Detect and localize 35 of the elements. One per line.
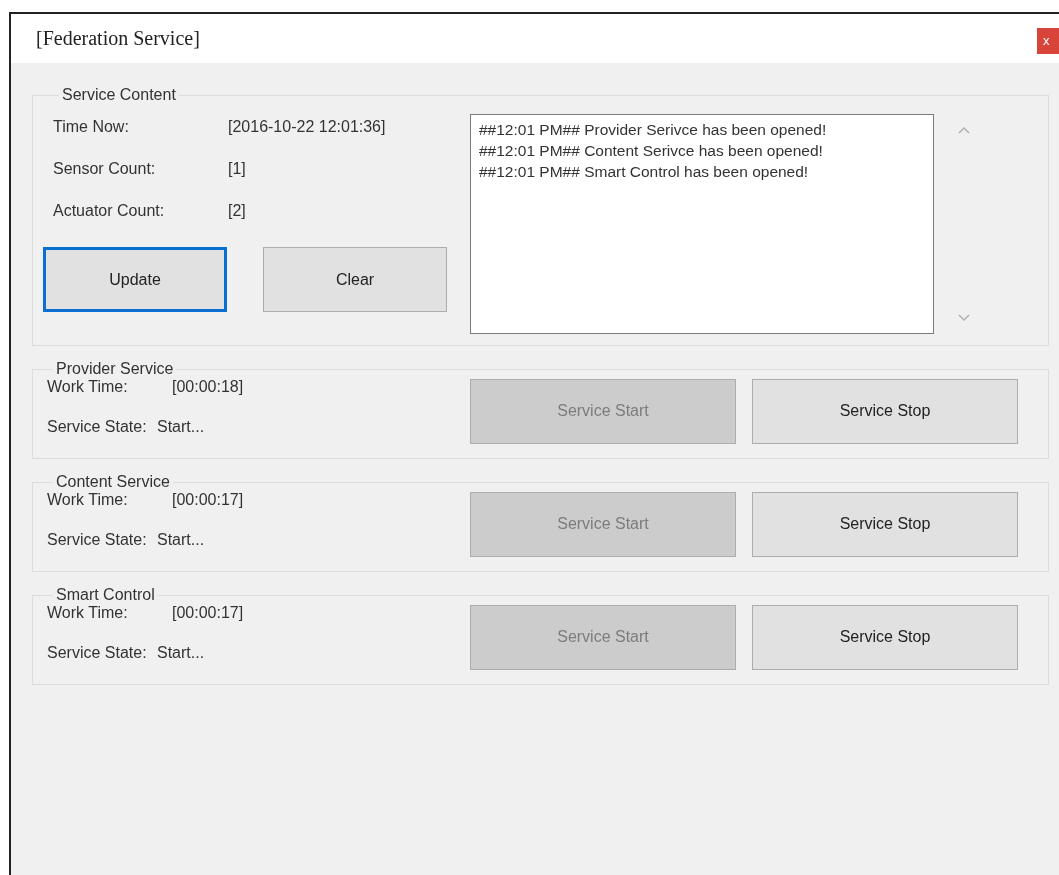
field-label: Service State: <box>47 418 148 436</box>
group-title: Content Service <box>55 473 171 491</box>
log-line: ##12:01 PM## Smart Control has been opened! <box>479 162 810 182</box>
window-title: [Federation Service] <box>36 27 200 50</box>
field-label: Work Time: <box>47 604 129 622</box>
log-line: ##12:01 PM## Provider Serivce has been opened! <box>479 120 828 140</box>
field-label: Time Now: <box>53 118 130 136</box>
field-label: Work Time: <box>47 491 129 509</box>
service-stop-button[interactable]: Service Stop <box>752 604 1018 670</box>
group-title: Provider Service <box>55 360 175 378</box>
update-button[interactable]: Update <box>43 247 227 312</box>
field-value: [1] <box>228 160 246 178</box>
field-label: Work Time: <box>47 378 129 396</box>
field-label: Actuator Count: <box>53 202 166 220</box>
field-value: [00:00:17] <box>172 491 244 509</box>
field-label: Service State: <box>47 531 148 549</box>
field-value: Start... <box>157 644 205 662</box>
scroll-down-icon[interactable] <box>958 314 970 322</box>
group-title: Smart Control <box>55 586 156 604</box>
field-value: [2] <box>228 202 246 220</box>
close-button[interactable]: x <box>1037 27 1059 54</box>
field-value: [00:00:17] <box>172 604 244 622</box>
scroll-up-icon[interactable] <box>958 126 970 134</box>
service-stop-button[interactable]: Service Stop <box>752 491 1018 557</box>
group-title: Service Content <box>61 86 177 104</box>
log-box[interactable]: ##12:01 PM## Provider Serivce has been opened! ##12:01 PM## Content Serivce has been opened! ##12:01 PM## Smart Control has been opened! <box>470 114 934 334</box>
field-label: Service State: <box>47 644 148 662</box>
field-value: [00:00:18] <box>172 378 244 396</box>
field-value: Start... <box>157 418 205 436</box>
field-label: Sensor Count: <box>53 160 157 178</box>
log-line: ##12:01 PM## Content Serivce has been opened! <box>479 141 824 161</box>
field-value: Start... <box>157 531 205 549</box>
field-value: [2016-10-22 12:01:36] <box>228 118 386 136</box>
clear-button[interactable]: Clear <box>263 247 447 312</box>
service-stop-button[interactable]: Service Stop <box>752 378 1018 444</box>
